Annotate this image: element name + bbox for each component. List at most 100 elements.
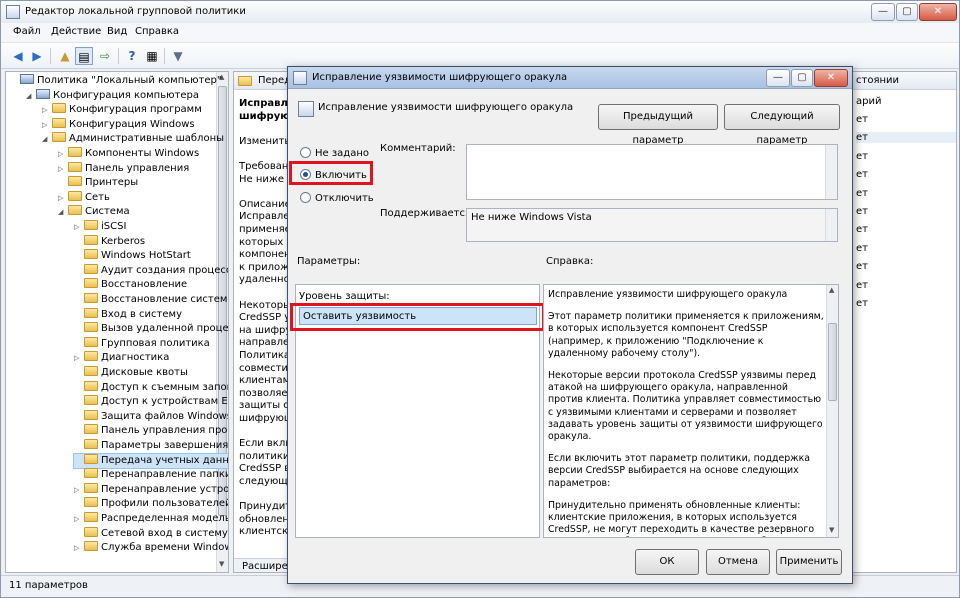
tree-item[interactable]: Восстановление системы [74,293,228,307]
radio-disabled[interactable]: Отключить [300,192,374,204]
tree-item[interactable]: Групповая политика [74,336,210,351]
expanded-arrow-icon[interactable]: ◢ [58,205,68,219]
tree-item[interactable]: Kerberos [74,234,145,249]
dialog-close-button[interactable]: ✕ [814,69,848,87]
maximize-button[interactable]: ▢ [896,3,918,21]
comment-textarea[interactable] [466,144,838,200]
help-icon[interactable]: ? [123,47,141,65]
export-list-icon[interactable]: ⇨ [96,47,114,65]
tree-item[interactable]: Восстановление [74,278,187,292]
edit-policy-link[interactable]: Изменить [239,136,288,147]
tree-item[interactable]: Панель управления производительностью [74,424,228,438]
expand-arrow-icon[interactable]: ▷ [42,118,52,132]
tree-item[interactable]: ▷ Сеть [58,190,110,205]
tree-item[interactable]: Защита файлов Windows [74,409,228,424]
main-titlebar[interactable]: Редактор локальной групповой политики — … [1,1,959,23]
tree-item[interactable]: Передача учетных данных [73,452,228,469]
up-folder-icon[interactable]: ▲ [56,47,74,65]
minimize-button[interactable]: — [871,3,895,21]
setting-state-cell[interactable]: ет [856,151,956,162]
scroll-down-icon[interactable]: ▼ [219,560,224,568]
expand-arrow-icon[interactable]: ▷ [58,147,68,161]
tree-item[interactable]: Профили пользователей [74,497,228,511]
show-tree-icon[interactable]: ▤ [75,47,93,65]
forward-arrow-icon[interactable]: ▶ [28,47,46,65]
tree-item[interactable]: Перенаправление папки [74,468,228,482]
details-text-line: защиты от [239,400,288,412]
expand-arrow-icon[interactable]: ▷ [42,103,52,117]
tree-item[interactable]: Windows HotStart [74,249,191,263]
tree-item[interactable]: ▷ Служба времени Windows [74,541,228,555]
expanded-arrow-icon[interactable]: ◢ [26,89,36,103]
dialog-titlebar[interactable]: Исправление уязвимости шифрующего оракул… [288,67,852,89]
filter-icon[interactable]: ▼ [169,47,187,65]
setting-state-cell[interactable]: ет [856,298,956,309]
previous-setting-button[interactable]: Предыдущий параметр [598,104,718,146]
expanded-arrow-icon[interactable]: ◢ [42,132,52,146]
expand-arrow-icon[interactable]: ▷ [58,162,68,176]
cancel-button[interactable]: Отмена [706,549,770,575]
tree-item[interactable]: Принтеры [58,176,138,190]
setting-state-cell[interactable]: ет [856,280,956,291]
tree-item[interactable]: Вход в систему [74,307,182,322]
tree-item[interactable]: Параметры завершения работы [74,439,228,453]
scroll-down-icon[interactable]: ▼ [829,526,834,534]
menu-action[interactable]: Действие [51,26,101,37]
expand-arrow-icon[interactable]: ▷ [74,541,84,555]
tree-item[interactable]: Дисковые квоты [74,366,188,380]
comment-scrollbar[interactable] [825,145,837,199]
supported-scrollbar[interactable] [825,209,837,241]
menu-view[interactable]: Вид [107,26,127,37]
setting-state-cell[interactable]: ет [856,169,956,180]
state-column-header[interactable]: стоянии [852,72,956,90]
tree-item[interactable]: ◢ Административные шаблоны [42,132,224,146]
dialog-minimize-button[interactable]: — [766,69,790,87]
expand-arrow-icon[interactable]: ▷ [58,191,68,205]
tree-item[interactable]: Доступ к съемным запоминающим [74,380,228,395]
tree-item[interactable]: Доступ к устройствам Enhanced [74,395,228,409]
tree-item[interactable]: ▷ iSCSI [74,220,126,234]
tree-item[interactable]: ▷ Компоненты Windows [58,147,199,161]
setting-state-cell[interactable]: ет [856,261,956,272]
expand-arrow-icon[interactable]: ▷ [74,351,84,365]
ok-button[interactable]: ОК [635,549,699,575]
menu-help[interactable]: Справка [135,26,179,37]
details-text-line: Не ниже W [239,173,288,185]
setting-state-cell[interactable]: ет [856,224,956,235]
policy-tree[interactable]: ▲ ▼ Политика "Локальный компьютер" ◢ Конфи… [5,71,229,573]
tree-item[interactable]: ◢ Конфигурация компьютера [26,88,199,103]
radio-not-configured[interactable]: Не задано [300,147,369,159]
dialog-maximize-button[interactable]: ▢ [791,69,813,87]
setting-state-cell[interactable]: ет [856,188,956,199]
tree-item-label: Компоненты Windows [85,148,200,159]
tree-item[interactable]: Аудит создания процессов [74,263,228,278]
tree-item[interactable]: ▷ Перенаправление устройств [74,482,228,497]
setting-state-cell[interactable]: ет [856,243,956,254]
scroll-up-icon[interactable]: ▲ [829,286,834,294]
help-scroll-thumb[interactable] [828,323,837,401]
close-button[interactable]: ✕ [919,3,957,21]
tree-item[interactable]: ▷ Конфигурация программ [42,103,202,117]
next-setting-button[interactable]: Следующий параметр [724,104,840,146]
tree-item[interactable]: Политика "Локальный компьютер" [10,74,221,88]
tree-item[interactable]: Вызов удаленной процедуры [74,322,228,336]
radio-enabled[interactable]: Включить [300,169,367,181]
expand-arrow-icon[interactable]: ▷ [74,483,84,497]
tree-item[interactable]: ◢ Система [58,205,130,219]
setting-state-cell[interactable]: ет [856,132,956,144]
tree-item[interactable]: ▷ Панель управления [58,161,189,176]
apply-button[interactable]: Применить [776,549,842,575]
back-arrow-icon[interactable]: ◀ [9,47,27,65]
properties-icon[interactable]: ▦ [143,47,161,65]
tree-item[interactable]: Сетевой вход в систему [74,526,228,541]
expand-arrow-icon[interactable]: ▷ [74,220,84,234]
expand-arrow-icon[interactable]: ▷ [74,512,84,526]
tree-item[interactable]: ▷ Конфигурация Windows [42,117,195,132]
setting-state-cell[interactable]: ет [856,114,956,125]
tree-item[interactable]: ▷ Распределенная модель COM [74,512,228,526]
menu-file[interactable]: Файл [13,26,41,37]
tree-item[interactable]: ▷ Диагностика [74,351,169,365]
help-scrollbar[interactable]: ▲ ▼ [826,285,838,537]
extended-tab[interactable]: Расширен [234,558,288,572]
setting-state-cell[interactable]: ет [856,206,956,217]
